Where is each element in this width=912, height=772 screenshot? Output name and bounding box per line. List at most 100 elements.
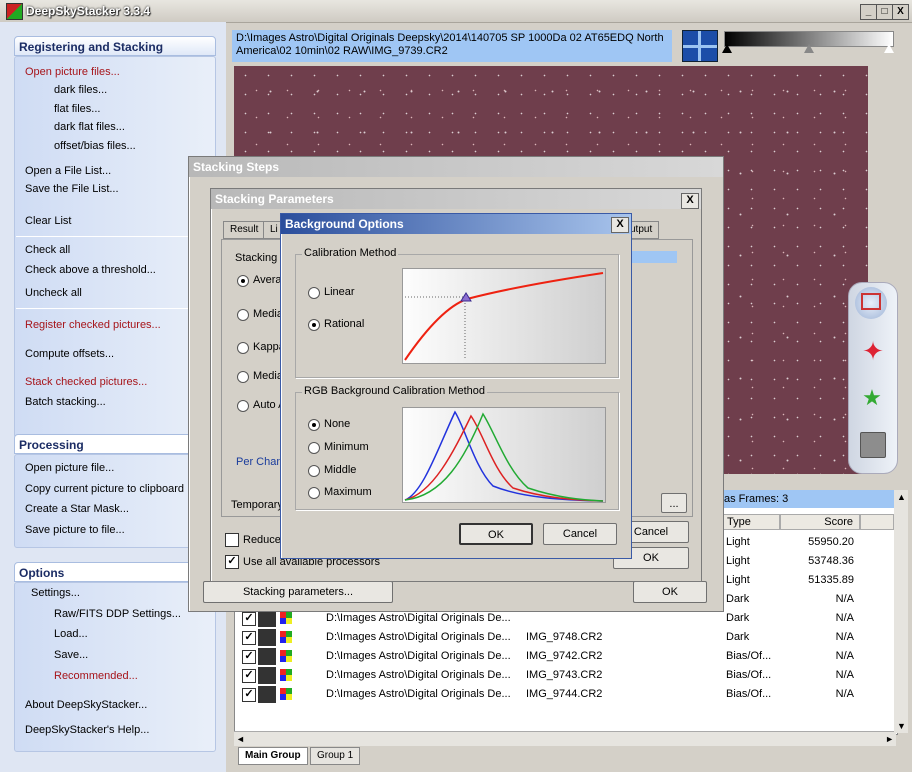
- save-file-list-link[interactable]: Save the File List...: [25, 183, 119, 195]
- file-cell: IMG_9748.CR2: [526, 631, 603, 643]
- use-all-processors-checkbox[interactable]: ✓: [225, 555, 239, 569]
- label-none: None: [324, 418, 351, 430]
- browse-folder-button[interactable]: ...: [661, 493, 687, 513]
- batch-stacking-link[interactable]: Batch stacking...: [25, 396, 106, 408]
- radio-linear[interactable]: [308, 287, 320, 299]
- uncheck-all-link[interactable]: Uncheck all: [25, 287, 82, 299]
- row-checkbox[interactable]: ✓: [242, 669, 256, 683]
- check-above-threshold-link[interactable]: Check above a threshold...: [25, 264, 156, 276]
- black-point-marker-icon[interactable]: [722, 44, 732, 53]
- recommended-settings-link[interactable]: Recommended...: [54, 670, 138, 682]
- stacking-parameters-title: Stacking Parameters: [211, 189, 701, 209]
- table-row[interactable]: ✓ D:\Images Astro\Digital Originals De...…: [234, 685, 896, 704]
- tab-main-group[interactable]: Main Group: [238, 747, 308, 765]
- radio-minimum[interactable]: [308, 442, 320, 454]
- color-channel-icon: [280, 612, 292, 624]
- compute-offsets-link[interactable]: Compute offsets...: [25, 348, 114, 360]
- scroll-right-icon[interactable]: ►: [885, 734, 894, 744]
- radio-kappa[interactable]: [237, 342, 249, 354]
- table-row[interactable]: ✓ D:\Images Astro\Digital Originals De...…: [234, 628, 896, 647]
- stacking-parameters-button[interactable]: Stacking parameters...: [203, 581, 393, 603]
- about-link[interactable]: About DeepSkyStacker...: [25, 699, 147, 711]
- row-checkbox[interactable]: ✓: [242, 650, 256, 664]
- settings-link[interactable]: Settings...: [31, 587, 80, 599]
- file-cell: IMG_9743.CR2: [526, 669, 603, 681]
- horizontal-scrollbar[interactable]: ◄ ►: [234, 731, 896, 746]
- score-cell: N/A: [835, 688, 854, 700]
- open-file-list-link[interactable]: Open a File List...: [25, 165, 111, 177]
- table-row[interactable]: ✓ D:\Images Astro\Digital Originals De...…: [234, 666, 896, 685]
- radio-none[interactable]: [308, 419, 320, 431]
- copy-to-clipboard-link[interactable]: Copy current picture to clipboard: [25, 483, 184, 495]
- stacking-params-close-icon[interactable]: X: [681, 193, 699, 209]
- offset-bias-files-link[interactable]: offset/bias files...: [54, 140, 136, 152]
- help-link[interactable]: DeepSkyStacker's Help...: [25, 724, 149, 736]
- options-heading: Options: [14, 562, 216, 582]
- tab-group-1[interactable]: Group 1: [310, 747, 361, 765]
- minimize-button[interactable]: _: [860, 4, 877, 20]
- path-cell: D:\Images Astro\Digital Originals De...: [326, 612, 511, 624]
- radio-average[interactable]: [237, 275, 249, 287]
- background-options-cancel-button[interactable]: Cancel: [543, 523, 617, 545]
- close-button[interactable]: X: [892, 4, 909, 20]
- save-picture-link[interactable]: Save picture to file...: [25, 524, 125, 536]
- save-settings-link[interactable]: Save...: [54, 649, 88, 661]
- radio-middle[interactable]: [308, 465, 320, 477]
- label-median: Media: [253, 308, 283, 320]
- background-options-ok-button[interactable]: OK: [459, 523, 533, 545]
- type-cell: Bias/Of...: [726, 669, 772, 681]
- reduce-checkbox[interactable]: [225, 533, 239, 547]
- radio-rational[interactable]: [308, 319, 320, 331]
- type-cell: Dark: [726, 631, 750, 643]
- scroll-up-icon[interactable]: ▲: [897, 492, 906, 502]
- separator: [16, 236, 212, 237]
- row-checkbox[interactable]: ✓: [242, 631, 256, 645]
- temporary-folder-label: Temporary: [231, 499, 283, 511]
- dark-flat-files-link[interactable]: dark flat files...: [54, 121, 125, 133]
- tab-result[interactable]: Result: [223, 221, 266, 239]
- create-star-mask-link[interactable]: Create a Star Mask...: [25, 503, 129, 515]
- white-point-marker-icon[interactable]: [884, 44, 894, 53]
- path-cell: D:\Images Astro\Digital Originals De...: [326, 688, 511, 700]
- column-header-type[interactable]: Type: [722, 514, 780, 530]
- table-row[interactable]: ✓ D:\Images Astro\Digital Originals De...…: [234, 647, 896, 666]
- flat-files-link[interactable]: flat files...: [54, 103, 100, 115]
- background-options-close-icon[interactable]: X: [611, 217, 629, 233]
- radio-auto-adaptive[interactable]: [237, 400, 249, 412]
- radio-median-kappa[interactable]: [237, 371, 249, 383]
- raw-fits-settings-link[interactable]: Raw/FITS DDP Settings...: [54, 608, 181, 620]
- rgb-histogram-svg: [404, 410, 604, 502]
- save-image-icon[interactable]: [860, 432, 886, 458]
- star-edit-icon[interactable]: ✦: [860, 338, 886, 364]
- column-header-score[interactable]: Score: [780, 514, 860, 530]
- check-all-link[interactable]: Check all: [25, 244, 70, 256]
- scroll-down-icon[interactable]: ▼: [897, 721, 906, 731]
- scroll-left-icon[interactable]: ◄: [236, 734, 245, 744]
- column-header-extra[interactable]: [860, 514, 894, 530]
- clear-list-link[interactable]: Clear List: [25, 215, 71, 227]
- load-settings-link[interactable]: Load...: [54, 628, 88, 640]
- select-rectangle-icon[interactable]: [855, 287, 887, 319]
- per-channel-link[interactable]: Per Chan: [236, 456, 282, 468]
- maximize-button[interactable]: □: [876, 4, 893, 20]
- type-cell: Dark: [726, 612, 750, 624]
- stack-checked-link[interactable]: Stack checked pictures...: [25, 376, 147, 388]
- register-checked-link[interactable]: Register checked pictures...: [25, 319, 161, 331]
- midtone-marker-icon[interactable]: [804, 44, 814, 53]
- comet-icon[interactable]: ★: [858, 385, 886, 411]
- dark-files-link[interactable]: dark files...: [54, 84, 107, 96]
- label-maximum: Maximum: [324, 486, 372, 498]
- open-picture-file-link[interactable]: Open picture file...: [25, 462, 114, 474]
- row-checkbox[interactable]: ✓: [242, 612, 256, 626]
- radio-median[interactable]: [237, 309, 249, 321]
- radio-maximum[interactable]: [308, 487, 320, 499]
- separator: [16, 308, 212, 309]
- open-picture-files-link[interactable]: Open picture files...: [25, 66, 120, 78]
- thumbnail-icon: [258, 610, 276, 627]
- path-cell: D:\Images Astro\Digital Originals De...: [326, 669, 511, 681]
- calibration-method-group: Calibration Method Linear Rational: [295, 247, 619, 378]
- row-checkbox[interactable]: ✓: [242, 688, 256, 702]
- vertical-scrollbar[interactable]: ▲ ▼: [894, 490, 908, 733]
- four-corners-view-icon[interactable]: [682, 30, 718, 62]
- stacking-steps-ok-button[interactable]: OK: [633, 581, 707, 603]
